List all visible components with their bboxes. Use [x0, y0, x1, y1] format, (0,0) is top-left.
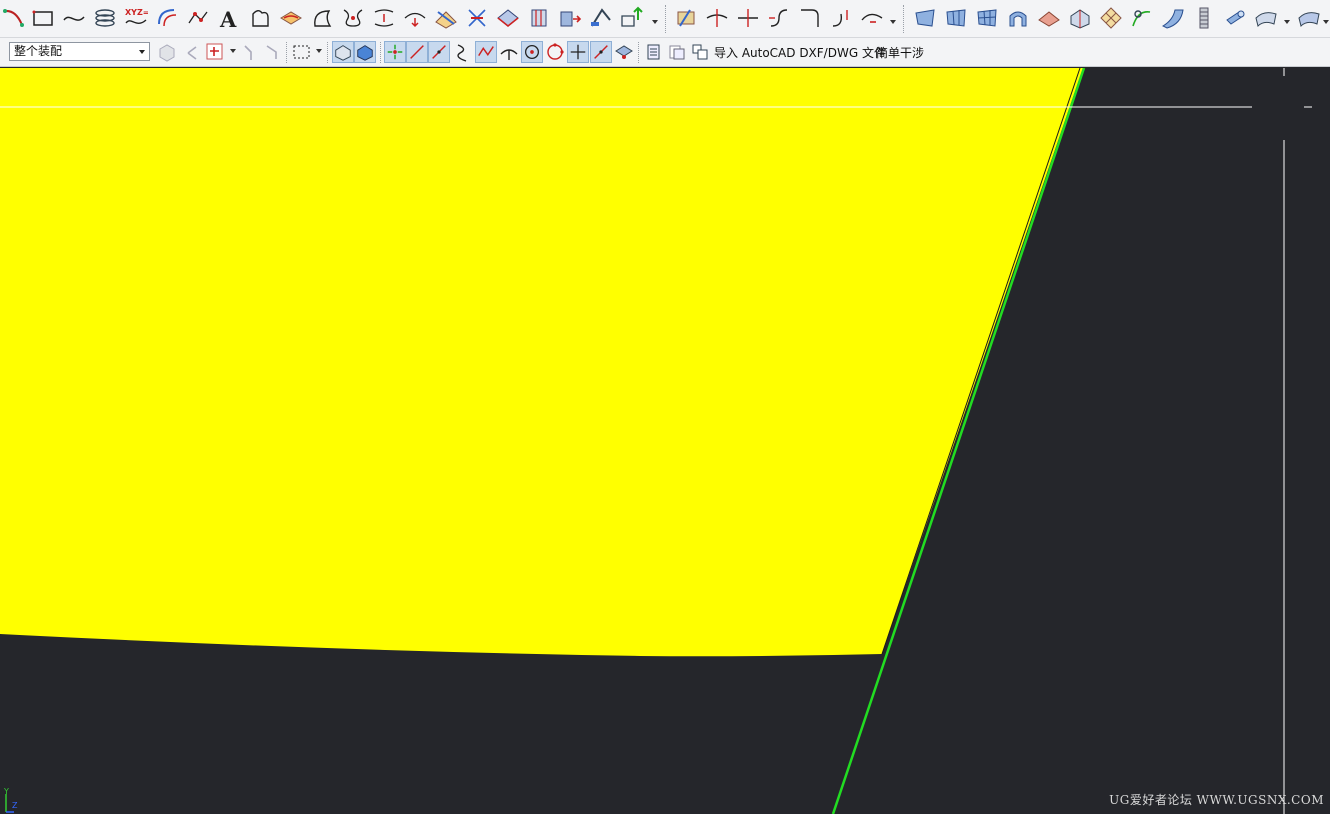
sheet-icon[interactable] — [1254, 6, 1278, 30]
face-blend-icon[interactable] — [1161, 6, 1185, 30]
spring-icon[interactable] — [1192, 6, 1216, 30]
model-view — [0, 68, 1312, 814]
watermark: UG爱好者论坛 WWW.UGSNX.COM — [1109, 793, 1324, 807]
edit-curve-icon[interactable] — [860, 6, 884, 30]
toolbar-separator — [903, 5, 906, 33]
more-dropdown[interactable] — [651, 18, 659, 26]
revolve-icon[interactable] — [589, 6, 613, 30]
selection-toolbar: 整个装配 导入 AutoCAD DXF/DWG 文件 简单干涉 — [0, 38, 1330, 67]
import-dxf-dwg-button[interactable]: 导入 AutoCAD DXF/DWG 文件 — [714, 43, 886, 63]
toolbar-separator — [380, 42, 383, 63]
transition-icon[interactable] — [1099, 6, 1123, 30]
snap-curve-icon[interactable] — [452, 41, 474, 63]
snap-dropdown[interactable] — [229, 47, 237, 55]
sheet-icon[interactable] — [1297, 6, 1321, 30]
svg-text:A: A — [219, 7, 237, 30]
more-dropdown[interactable] — [889, 18, 897, 26]
trim-curve-icon[interactable] — [674, 6, 698, 30]
project-curve-icon[interactable] — [279, 6, 303, 30]
intersection-curve-icon[interactable] — [434, 6, 458, 30]
toolbar-separator — [327, 42, 330, 63]
assembly-scope-select[interactable]: 整个装配 — [9, 42, 150, 61]
svg-text:Z: Z — [12, 801, 18, 810]
snap-control-point-icon[interactable] — [428, 41, 450, 63]
undo-selection-icon[interactable] — [184, 41, 206, 63]
join-curve-icon[interactable] — [829, 6, 853, 30]
snap-tangent-icon[interactable] — [498, 41, 520, 63]
toolbar-separator — [286, 42, 289, 63]
toolbar-separator — [638, 42, 641, 63]
fillet-curve-icon[interactable] — [798, 6, 822, 30]
toolbar-separator — [665, 5, 668, 33]
svg-text:Y: Y — [3, 787, 9, 796]
curve-length-icon[interactable] — [767, 6, 791, 30]
rectangle-icon[interactable] — [31, 6, 55, 30]
snap-midpoint-icon[interactable] — [406, 41, 428, 63]
part-navigator-icon[interactable] — [643, 41, 665, 63]
assembly-scope-value: 整个装配 — [14, 44, 63, 58]
more-dropdown[interactable] — [1283, 18, 1291, 26]
sketch-icon[interactable] — [248, 6, 272, 30]
select-mode-dropdown[interactable] — [315, 47, 323, 55]
snap-quadrant-icon[interactable] — [544, 41, 566, 63]
extrude-icon[interactable] — [558, 6, 582, 30]
datum-plane-icon[interactable] — [620, 6, 644, 30]
snap-intersection-icon[interactable] — [475, 41, 497, 63]
clearance-analysis-icon[interactable] — [689, 41, 711, 63]
yellow-face[interactable] — [0, 68, 1083, 657]
snap-point-on-curve-icon[interactable] — [567, 41, 589, 63]
more-dropdown[interactable] — [1322, 18, 1330, 26]
snap-bounded-grid-icon[interactable] — [613, 41, 635, 63]
spline-icon[interactable] — [62, 6, 86, 30]
select-body-icon[interactable] — [332, 41, 354, 63]
through-curves-icon[interactable] — [944, 6, 968, 30]
snap-point-on-face-icon[interactable] — [590, 41, 612, 63]
svg-text:XYZ=: XYZ= — [125, 8, 148, 17]
offset-surface-curve-icon[interactable] — [310, 6, 334, 30]
point-set-icon[interactable] — [186, 6, 210, 30]
ruled-surface-icon[interactable] — [913, 6, 937, 30]
snap-center-icon[interactable] — [521, 41, 543, 63]
swept-icon[interactable] — [1006, 6, 1030, 30]
curve-surface-toolbar: XYZ= A — [0, 0, 1330, 38]
snap-endpoint-icon[interactable] — [384, 41, 406, 63]
graphics-viewport[interactable]: Y Z UG爱好者论坛 WWW.UGSNX.COM — [0, 68, 1330, 814]
extension-icon[interactable] — [1068, 6, 1092, 30]
select-face-icon[interactable] — [354, 41, 376, 63]
snap-point-icon[interactable] — [204, 41, 226, 63]
select-all-icon[interactable] — [262, 41, 284, 63]
arc-icon[interactable] — [2, 6, 26, 30]
reference-set-icon[interactable] — [666, 41, 688, 63]
tube-icon[interactable] — [1223, 6, 1247, 30]
through-mesh-icon[interactable] — [975, 6, 999, 30]
rectangle-select-icon[interactable] — [291, 41, 313, 63]
law-curve-icon[interactable]: XYZ= — [124, 6, 148, 30]
assembly-filter-icon[interactable] — [156, 41, 178, 63]
bridge-curve-icon[interactable] — [341, 6, 365, 30]
trim-corner-icon[interactable] — [705, 6, 729, 30]
chevron-down-icon — [139, 50, 145, 54]
text-icon[interactable]: A — [217, 6, 241, 30]
studio-surface-icon[interactable] — [1130, 6, 1154, 30]
wrap-curve-icon[interactable] — [403, 6, 427, 30]
isoparametric-curve-icon[interactable] — [527, 6, 551, 30]
wcs-triad: Y Z — [0, 786, 22, 814]
section-curve-icon[interactable] — [465, 6, 489, 30]
divide-curve-icon[interactable] — [736, 6, 760, 30]
simple-clearance-button[interactable]: 简单干涉 — [876, 43, 924, 63]
n-sided-surface-icon[interactable] — [1037, 6, 1061, 30]
extract-curve-icon[interactable] — [496, 6, 520, 30]
combined-curve-icon[interactable] — [372, 6, 396, 30]
helix-icon[interactable] — [93, 6, 117, 30]
select-chain-icon[interactable] — [240, 41, 262, 63]
offset-curve-icon[interactable] — [155, 6, 179, 30]
